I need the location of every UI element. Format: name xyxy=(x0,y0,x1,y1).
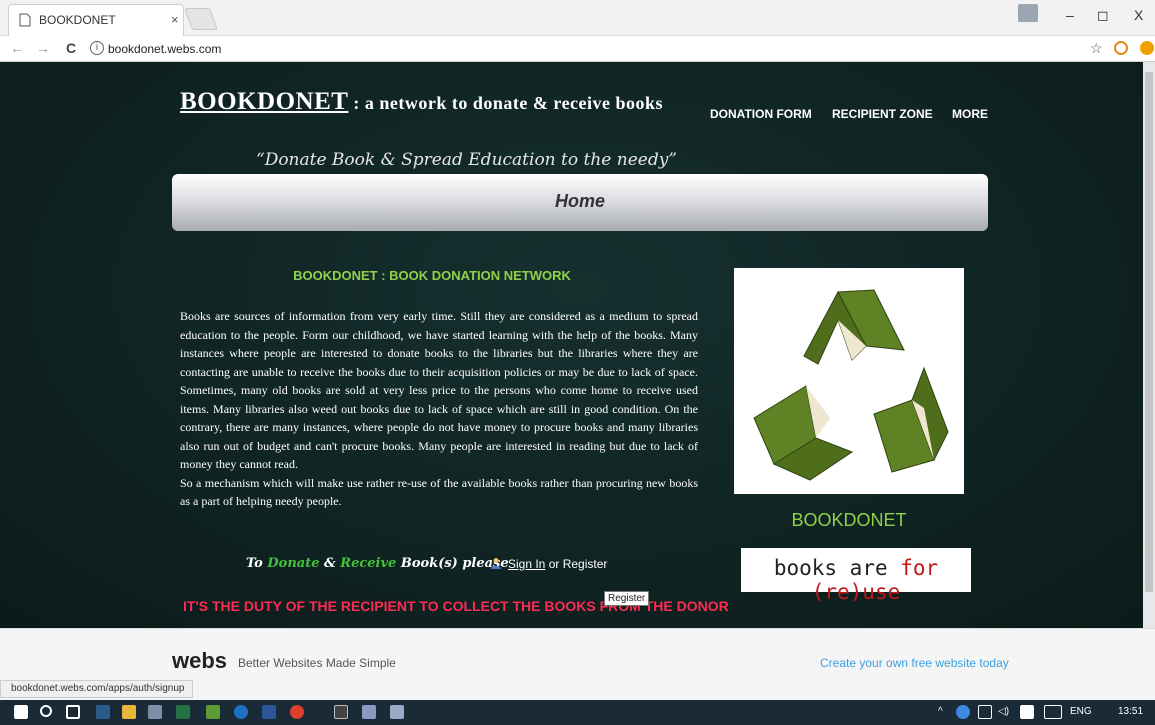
cta-donate: Donate xyxy=(267,556,320,571)
app-icon-5[interactable] xyxy=(390,705,404,719)
tray-notification-icon[interactable] xyxy=(1020,705,1034,719)
chrome-icon[interactable] xyxy=(290,705,304,719)
body-text: Books are sources of information from ve… xyxy=(180,307,698,511)
close-window-button[interactable]: X xyxy=(1134,7,1143,23)
webs-logo[interactable]: webs xyxy=(172,648,227,674)
scrollbar-thumb[interactable] xyxy=(1145,72,1153,592)
edge-icon[interactable] xyxy=(234,705,248,719)
restore-button[interactable]: ◻ xyxy=(1097,7,1109,24)
tray-language[interactable]: ENG xyxy=(1070,706,1092,717)
tray-network-icon[interactable] xyxy=(956,705,970,719)
star-icon[interactable]: ☆ xyxy=(1090,40,1103,57)
books-reuse-logo: books are for (re)use xyxy=(741,548,971,604)
section-title: BOOKDONET : BOOK DONATION NETWORK xyxy=(293,268,571,283)
sign-in-link[interactable]: Sign In xyxy=(508,557,545,571)
back-icon[interactable]: ← xyxy=(10,40,24,56)
excel-icon[interactable] xyxy=(176,705,190,719)
alert-icon[interactable] xyxy=(1140,41,1154,55)
extension-icon[interactable] xyxy=(1114,41,1128,55)
signin-area: Sign In or Register xyxy=(490,557,607,571)
cta-to: To xyxy=(246,556,268,571)
browser-tab[interactable]: BOOKDONET × xyxy=(8,4,184,36)
book-recycle-image xyxy=(734,268,964,494)
terminal-icon[interactable] xyxy=(334,705,348,719)
tray-volume-icon[interactable]: ◁) xyxy=(998,706,1009,717)
app-icon-4[interactable] xyxy=(362,705,376,719)
paragraph-2: So a mechanism which will make use rathe… xyxy=(180,475,698,509)
forward-icon[interactable]: → xyxy=(36,40,50,56)
home-title: Home xyxy=(554,191,605,211)
nav-more[interactable]: MORE xyxy=(952,107,988,121)
app-icon-3[interactable] xyxy=(206,705,220,719)
address-bar: ← → C i bookdonet.webs.com ☆ xyxy=(0,36,1155,62)
tab-close-icon[interactable]: × xyxy=(171,12,179,27)
url-input[interactable]: bookdonet.webs.com xyxy=(86,38,1086,60)
cta-receive: Receive xyxy=(340,556,397,571)
status-bar-url: bookdonet.webs.com/apps/auth/signup xyxy=(0,680,194,698)
register-tooltip: Register xyxy=(604,591,650,606)
new-tab-button[interactable] xyxy=(183,8,219,30)
register-link[interactable]: Register xyxy=(563,557,608,571)
sidebar-brand: BOOKDONET xyxy=(791,510,907,530)
search-icon[interactable] xyxy=(40,705,52,717)
tray-keyboard-icon[interactable] xyxy=(1044,705,1062,719)
reload-icon[interactable]: C xyxy=(66,40,76,56)
book-recycle-icon xyxy=(753,289,949,481)
site-motto: “Donate Book & Spread Education to the n… xyxy=(256,150,677,170)
page-icon xyxy=(19,13,31,27)
tab-title: BOOKDONET xyxy=(39,13,116,27)
signin-or: or xyxy=(545,557,563,571)
cta-amp: & xyxy=(319,556,341,571)
task-view-icon[interactable] xyxy=(66,705,80,719)
folder-icon[interactable] xyxy=(122,705,136,719)
tray-chevron-icon[interactable]: ^ xyxy=(938,706,943,717)
user-icon xyxy=(491,558,501,569)
windows-taskbar: ^ ◁) ENG 13:51 xyxy=(0,700,1155,725)
create-website-link[interactable]: Create your own free website today xyxy=(820,656,1009,670)
site-brand[interactable]: BOOKDONET xyxy=(180,88,348,115)
nav-recipient-zone[interactable]: RECIPIENT ZONE xyxy=(832,107,933,121)
site-tagline: : a network to donate & receive books xyxy=(348,93,664,113)
nav-donation-form[interactable]: DONATION FORM xyxy=(710,107,812,121)
cta-text: To Donate & Receive Book(s) please xyxy=(246,556,509,571)
windows-start-icon[interactable] xyxy=(14,705,28,719)
paragraph-1: Books are sources of information from ve… xyxy=(180,309,698,471)
browser-tab-bar: BOOKDONET × – ◻ X xyxy=(0,0,1155,36)
reuse-text-a: books are xyxy=(773,556,901,580)
home-banner: Home xyxy=(172,174,988,231)
site-title: BOOKDONET : a network to donate & receiv… xyxy=(180,88,663,116)
webs-tagline: Better Websites Made Simple xyxy=(238,656,396,670)
word-icon[interactable] xyxy=(262,705,276,719)
tray-clock[interactable]: 13:51 xyxy=(1118,706,1143,717)
minimize-button[interactable]: – xyxy=(1066,7,1074,23)
app-icon-1[interactable] xyxy=(96,705,110,719)
app-icon-2[interactable] xyxy=(148,705,162,719)
profile-avatar-icon[interactable] xyxy=(1018,4,1038,22)
tray-display-icon[interactable] xyxy=(978,705,992,719)
